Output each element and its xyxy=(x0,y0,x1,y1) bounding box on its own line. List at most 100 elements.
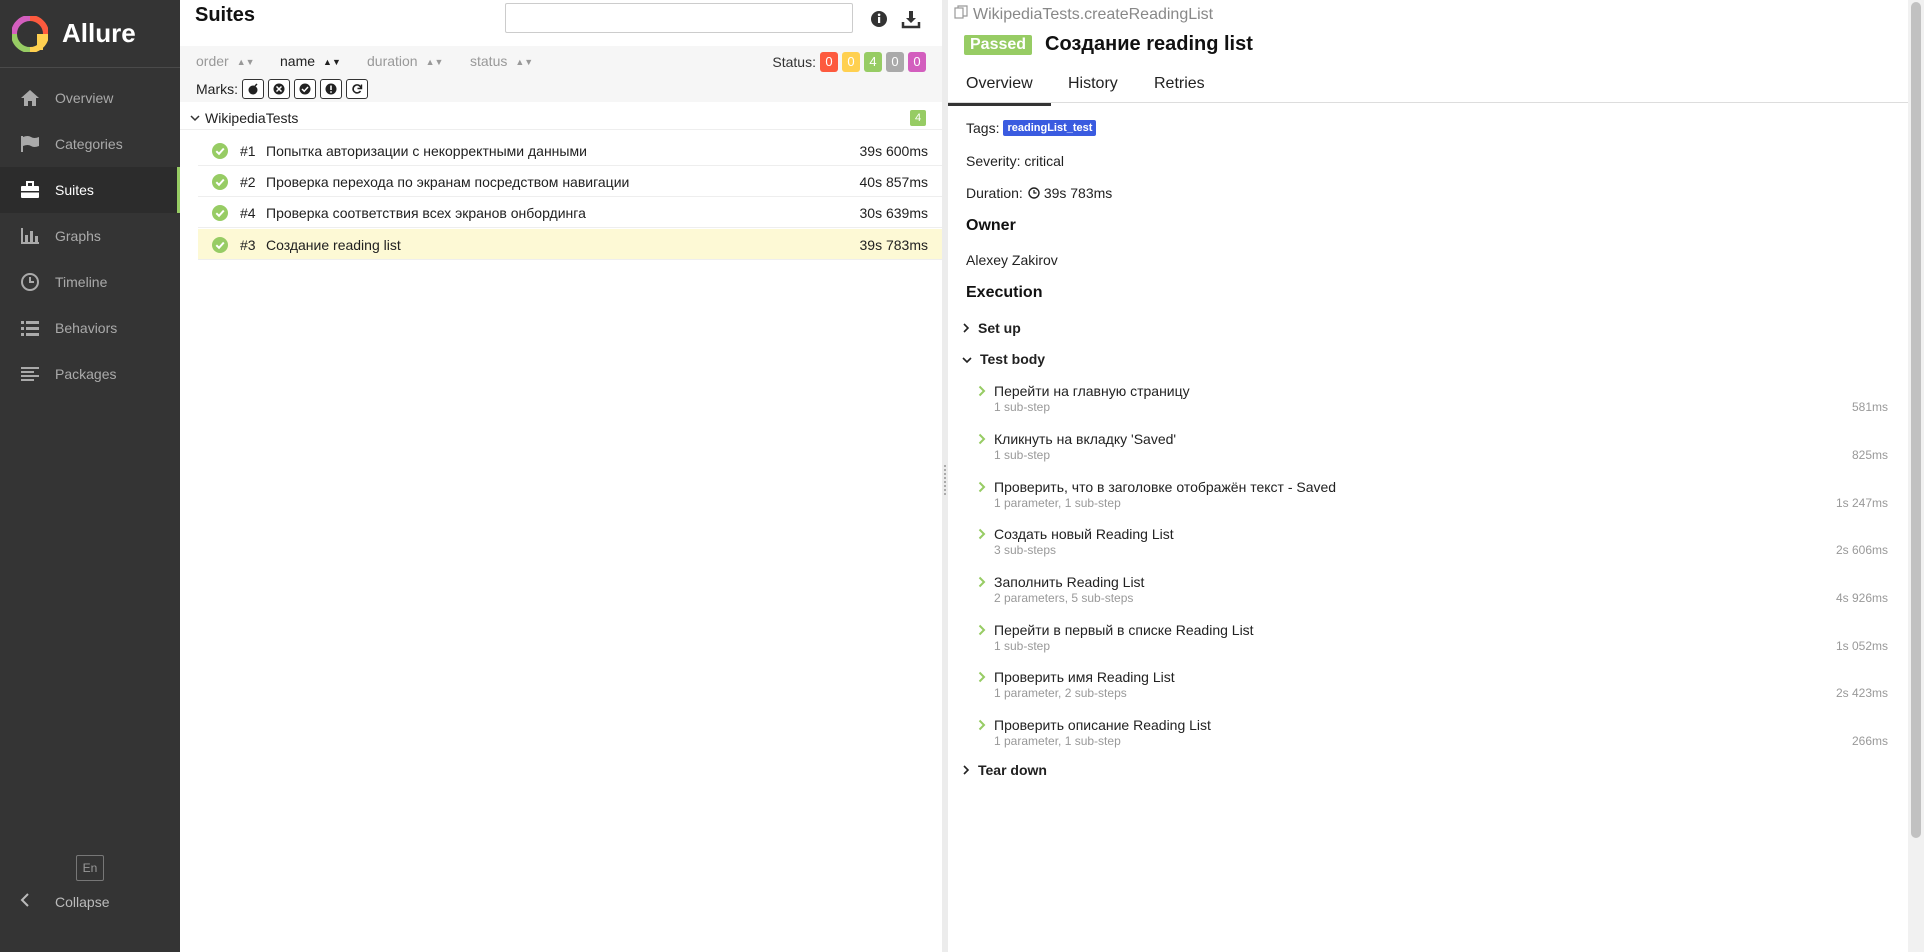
teardown-stage[interactable]: Tear down xyxy=(962,762,1047,778)
align-left-icon xyxy=(19,363,41,385)
passed-status-icon xyxy=(212,237,228,253)
language-switch[interactable]: En xyxy=(76,855,104,881)
tab-retries[interactable]: Retries xyxy=(1154,75,1205,93)
copy-icon[interactable] xyxy=(954,5,968,24)
status-unknown-badge[interactable]: 0 xyxy=(908,52,926,72)
collapse-button[interactable]: Collapse xyxy=(20,893,109,910)
allure-logo-icon xyxy=(12,15,48,52)
step-item[interactable]: Проверить, что в заголовке отображён тек… xyxy=(978,479,1888,519)
step-name: Перейти в первый в списке Reading List xyxy=(994,622,1254,638)
scrollbar[interactable] xyxy=(1908,0,1924,952)
step-item[interactable]: Проверить описание Reading List 1 parame… xyxy=(978,717,1888,757)
sort-name[interactable]: name ▲▼ xyxy=(280,53,341,69)
new-failed-mark-icon[interactable] xyxy=(268,79,290,99)
step-meta: 1 parameter, 1 sub-step xyxy=(994,496,1121,510)
status-passed-badge[interactable]: 4 xyxy=(864,52,882,72)
sort-icon: ▲▼ xyxy=(515,57,534,67)
sidebar: Allure Overview Categories Suites Graphs xyxy=(0,0,180,952)
splitter-handle-icon[interactable] xyxy=(944,465,946,495)
step-meta: 1 sub-step xyxy=(994,448,1051,462)
sidebar-item-label: Timeline xyxy=(55,274,108,290)
status-broken-badge[interactable]: 0 xyxy=(842,52,860,72)
suite-group-name: WikipediaTests xyxy=(205,110,299,126)
suite-group-count: 4 xyxy=(910,110,926,126)
sort-icon: ▲▼ xyxy=(323,57,341,67)
download-icon[interactable] xyxy=(901,9,921,29)
tags-label: Tags: xyxy=(966,120,1000,136)
sidebar-item-label: Packages xyxy=(55,366,117,382)
tags-line: Tags: readingList_test xyxy=(966,120,1097,136)
status-skipped-badge[interactable]: 0 xyxy=(886,52,904,72)
clock-icon xyxy=(19,271,41,293)
chevron-left-icon xyxy=(20,893,30,910)
scrollbar-thumb[interactable] xyxy=(1911,2,1921,838)
test-row[interactable]: #2 Проверка перехода по экранам посредст… xyxy=(198,166,942,197)
status-filter: Status: 0 0 4 0 0 xyxy=(772,52,926,72)
step-meta: 1 parameter, 1 sub-step xyxy=(994,734,1121,748)
sidebar-item-suites[interactable]: Suites xyxy=(0,167,180,213)
test-body-stage[interactable]: Test body xyxy=(962,351,1045,367)
sidebar-item-packages[interactable]: Packages xyxy=(0,351,180,397)
severity-line: Severity: critical xyxy=(966,153,1065,169)
sidebar-item-graphs[interactable]: Graphs xyxy=(0,213,180,259)
duration-line: Duration: 39s 783ms xyxy=(966,185,1112,201)
chevron-right-icon xyxy=(978,671,986,683)
test-order: #1 xyxy=(240,143,256,159)
tab-overview[interactable]: Overview xyxy=(948,75,1051,106)
step-item[interactable]: Перейти на главную страницу 1 sub-step 5… xyxy=(978,383,1888,423)
stage-label: Set up xyxy=(978,320,1021,336)
step-name: Перейти на главную страницу xyxy=(994,383,1190,399)
step-duration: 1s 247ms xyxy=(1835,496,1888,510)
suite-group[interactable]: WikipediaTests 4 xyxy=(180,106,942,130)
sidebar-item-categories[interactable]: Categories xyxy=(0,121,180,167)
passed-status-icon xyxy=(212,205,228,221)
chevron-right-icon xyxy=(978,385,986,397)
step-item[interactable]: Создать новый Reading List 3 sub-steps 2… xyxy=(978,526,1888,566)
step-item[interactable]: Проверить имя Reading List 1 parameter, … xyxy=(978,669,1888,709)
status-badge: Passed xyxy=(964,35,1033,55)
status-failed-badge[interactable]: 0 xyxy=(820,52,838,72)
sort-status[interactable]: status ▲▼ xyxy=(470,53,533,69)
test-title: Создание reading list xyxy=(1045,33,1253,55)
flag-icon xyxy=(19,133,41,155)
info-icon[interactable] xyxy=(869,9,889,29)
test-row[interactable]: #1 Попытка авторизации с некорректными д… xyxy=(198,135,942,166)
test-duration: 39s 600ms xyxy=(859,143,928,159)
new-passed-mark-icon[interactable] xyxy=(294,79,316,99)
chevron-down-icon xyxy=(190,110,200,126)
clock-icon xyxy=(1028,187,1040,199)
step-duration: 2s 423ms xyxy=(1835,686,1888,700)
chevron-right-icon xyxy=(978,433,986,445)
test-result-pane: WikipediaTests.createReadingList Passed … xyxy=(948,0,1908,952)
search-input[interactable] xyxy=(505,3,853,33)
step-name: Проверить, что в заголовке отображён тек… xyxy=(994,479,1337,495)
sidebar-item-timeline[interactable]: Timeline xyxy=(0,259,180,305)
brand[interactable]: Allure xyxy=(0,0,180,68)
setup-stage[interactable]: Set up xyxy=(962,320,1021,336)
step-item[interactable]: Кликнуть на вкладку 'Saved' 1 sub-step 8… xyxy=(978,431,1888,471)
tag-badge: readingList_test xyxy=(1003,120,1097,136)
flaky-mark-icon[interactable] xyxy=(242,79,264,99)
tab-history[interactable]: History xyxy=(1068,75,1118,93)
step-name: Проверить описание Reading List xyxy=(994,717,1211,733)
retries-mark-icon[interactable] xyxy=(346,79,368,99)
step-duration: 825ms xyxy=(1851,448,1888,462)
test-row-selected[interactable]: #3 Создание reading list 39s 783ms xyxy=(198,229,942,260)
step-meta: 2 parameters, 5 sub-steps xyxy=(994,591,1134,605)
app-name: Allure xyxy=(62,18,136,48)
sidebar-item-behaviors[interactable]: Behaviors xyxy=(0,305,180,351)
stage-label: Tear down xyxy=(978,762,1047,778)
new-broken-mark-icon[interactable] xyxy=(320,79,342,99)
sidebar-item-overview[interactable]: Overview xyxy=(0,75,180,121)
step-item[interactable]: Заполнить Reading List 2 parameters, 5 s… xyxy=(978,574,1888,614)
step-item[interactable]: Перейти в первый в списке Reading List 1… xyxy=(978,622,1888,662)
sort-order[interactable]: order ▲▼ xyxy=(196,53,255,69)
marks-label: Marks: xyxy=(196,81,238,97)
test-row[interactable]: #4 Проверка соответствия всех экранов он… xyxy=(198,197,942,228)
chevron-right-icon xyxy=(978,481,986,493)
step-name: Проверить имя Reading List xyxy=(994,669,1175,685)
step-name: Заполнить Reading List xyxy=(994,574,1145,590)
step-duration: 4s 926ms xyxy=(1835,591,1888,605)
step-meta: 1 sub-step xyxy=(994,400,1051,414)
sort-duration[interactable]: duration ▲▼ xyxy=(367,53,443,69)
